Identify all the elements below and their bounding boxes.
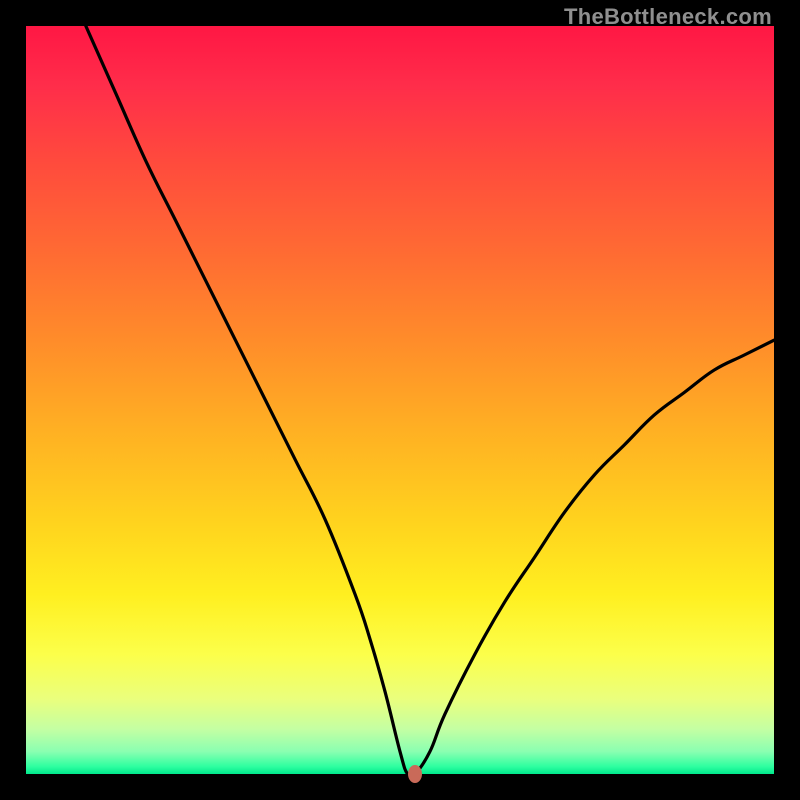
- chart-frame: TheBottleneck.com: [0, 0, 800, 800]
- watermark-text: TheBottleneck.com: [564, 4, 772, 30]
- curve-path: [86, 26, 774, 777]
- bottleneck-curve: [26, 26, 774, 774]
- optimal-point-marker: [408, 765, 422, 783]
